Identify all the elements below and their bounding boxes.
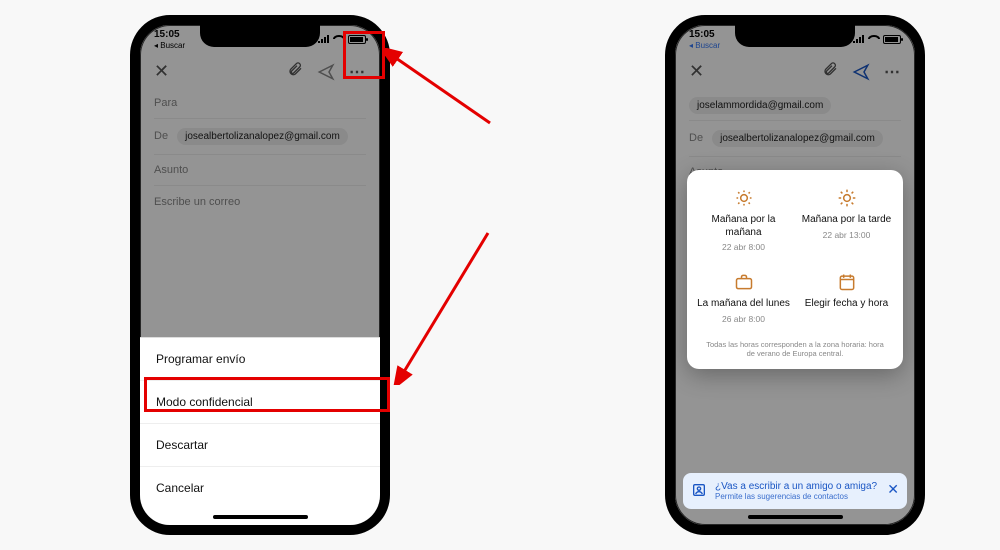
- schedule-option-monday-morning[interactable]: La mañana del lunes 26 abr 8:00: [695, 268, 792, 328]
- contact-suggestion-banner[interactable]: ¿Vas a escribir a un amigo o amiga? Perm…: [683, 473, 907, 509]
- phone-notch: [735, 25, 855, 47]
- annotation-arrow-bottom: [390, 225, 495, 385]
- opt-sub: 26 abr 8:00: [697, 314, 790, 324]
- annotation-arrow-top: [385, 48, 495, 138]
- opt-title: Mañana por la tarde: [800, 214, 893, 227]
- opt-title: La mañana del lunes: [697, 298, 790, 311]
- opt-sub: 22 abr 8:00: [697, 242, 790, 252]
- phone-schedule-picker: 15:05 ◂ Buscar ✕ ⋯ joselammord: [665, 15, 925, 535]
- opt-title: Elegir fecha y hora: [800, 298, 893, 311]
- banner-sub: Permite las sugerencias de contactos: [715, 492, 879, 501]
- compose-action-sheet: Programar envío Modo confidencial Descar…: [140, 337, 380, 525]
- briefcase-icon: [734, 272, 754, 292]
- phone-notch: [200, 25, 320, 47]
- sun-icon: [837, 188, 857, 208]
- home-indicator-wrap: [675, 509, 915, 525]
- schedule-timezone-note: Todas las horas corresponden a la zona h…: [695, 340, 895, 360]
- schedule-option-tomorrow-afternoon[interactable]: Mañana por la tarde 22 abr 13:00: [798, 184, 895, 256]
- home-indicator: [140, 509, 380, 525]
- annotation-highlight-more: [343, 31, 385, 79]
- banner-title: ¿Vas a escribir a un amigo o amiga?: [715, 481, 879, 492]
- schedule-option-pick-datetime[interactable]: Elegir fecha y hora: [798, 268, 895, 328]
- action-discard[interactable]: Descartar: [140, 424, 380, 467]
- opt-title: Mañana por la mañana: [697, 214, 790, 239]
- schedule-option-tomorrow-morning[interactable]: Mañana por la mañana 22 abr 8:00: [695, 184, 792, 256]
- schedule-send-card: Mañana por la mañana 22 abr 8:00 Mañana …: [687, 170, 903, 369]
- action-schedule-send[interactable]: Programar envío: [140, 338, 380, 381]
- home-indicator: [675, 509, 915, 525]
- banner-close-icon[interactable]: ✕: [887, 481, 899, 498]
- calendar-icon: [837, 272, 857, 292]
- annotation-highlight-schedule: [144, 377, 390, 412]
- sunrise-icon: [734, 188, 754, 208]
- phone-compose-menu: 15:05 ◂ Buscar ✕ ⋯ Para: [130, 15, 390, 535]
- contacts-icon: [691, 482, 707, 501]
- action-cancel[interactable]: Cancelar: [140, 467, 380, 509]
- opt-sub: 22 abr 13:00: [800, 230, 893, 240]
